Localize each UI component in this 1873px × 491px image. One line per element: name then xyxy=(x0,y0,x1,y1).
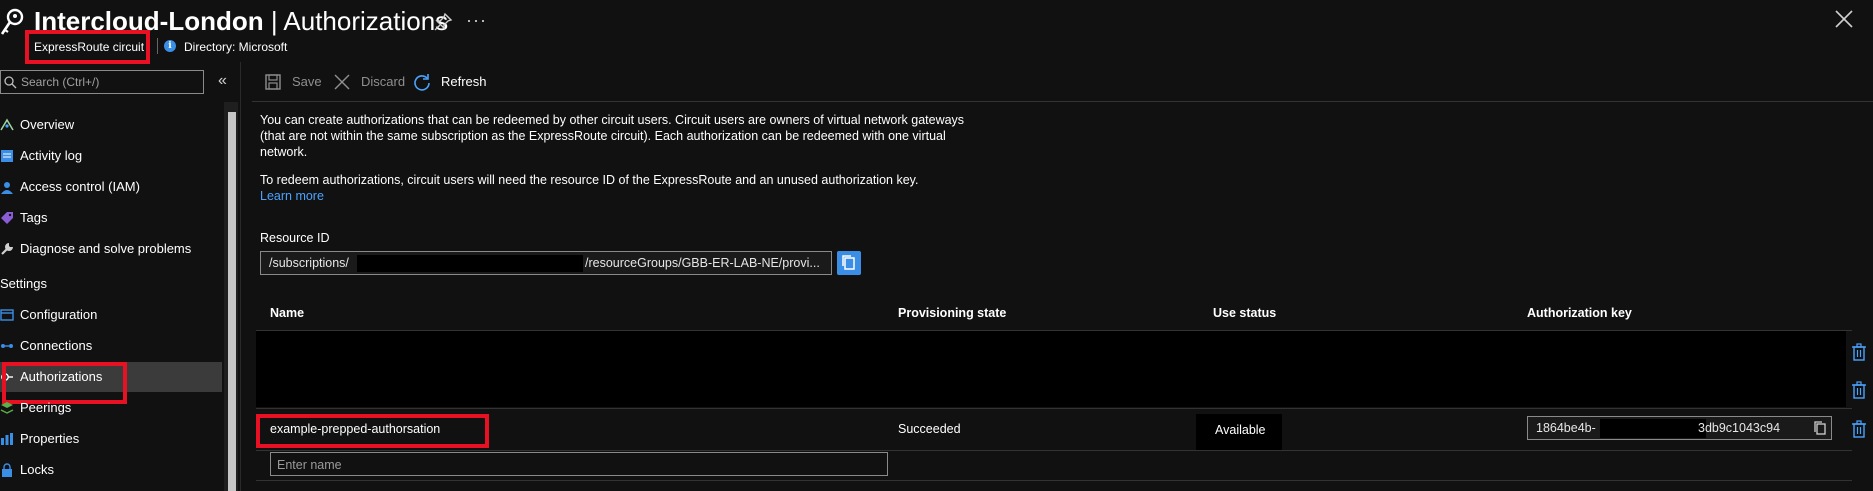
more-options-icon[interactable]: ··· xyxy=(466,10,487,31)
sidebar-item-overview[interactable]: Overview xyxy=(0,110,222,140)
new-authorization-row[interactable] xyxy=(270,452,888,476)
header-separator xyxy=(157,38,158,54)
search-icon xyxy=(4,76,17,89)
sidebar-item-activity-log[interactable]: Activity log xyxy=(0,141,222,171)
description-text-2: To redeem authorizations, circuit users … xyxy=(260,173,919,187)
sidebar-item-label: Connections xyxy=(20,338,93,353)
sidebar-item-label: Access control (IAM) xyxy=(20,179,140,194)
resource-id-prefix: /subscriptions/ xyxy=(269,256,349,270)
sidebar-item-label: Locks xyxy=(20,462,54,477)
key-icon xyxy=(0,8,24,35)
row-divider xyxy=(256,480,1852,481)
sidebar-item-diagnose[interactable]: Diagnose and solve problems xyxy=(0,234,222,264)
save-label: Save xyxy=(292,74,322,89)
blade-name: | Authorizations xyxy=(263,6,449,36)
pin-icon[interactable] xyxy=(433,12,453,32)
directory-label: Directory: Microsoft xyxy=(184,40,288,54)
copy-icon[interactable] xyxy=(1813,421,1827,435)
info-icon: i xyxy=(164,40,176,52)
description-text: You can create authorizations that can b… xyxy=(260,113,965,159)
column-header-authorization-key: Authorization key xyxy=(1527,306,1632,320)
save-icon xyxy=(265,74,281,90)
resource-type: ExpressRoute circuit xyxy=(34,40,145,54)
redacted-subscription xyxy=(357,255,583,272)
redacted-rows xyxy=(256,331,1846,407)
tag-icon xyxy=(1,212,13,224)
use-status-badge: Available xyxy=(1196,414,1282,450)
iam-icon xyxy=(1,182,13,194)
lock-icon xyxy=(2,463,12,477)
sidebar-section-settings: Settings xyxy=(0,276,47,291)
refresh-button[interactable]: Refresh xyxy=(413,70,493,94)
sidebar-item-connections[interactable]: Connections xyxy=(0,331,222,361)
configuration-icon xyxy=(0,309,14,321)
sidebar-item-properties[interactable]: Properties xyxy=(0,424,222,454)
authorization-name: example-prepped-authorsation xyxy=(270,422,441,436)
learn-more-link[interactable]: Learn more xyxy=(260,189,324,203)
connections-icon xyxy=(1,344,13,348)
new-authorization-name-input[interactable] xyxy=(277,456,877,473)
refresh-icon xyxy=(414,74,430,91)
sidebar-search[interactable] xyxy=(0,70,204,94)
discard-label: Discard xyxy=(361,74,406,89)
delete-icon[interactable] xyxy=(1851,343,1867,361)
wrench-icon xyxy=(1,243,13,255)
authorization-key-field[interactable]: 1864be4b- 3db9c1043c94 xyxy=(1527,416,1832,440)
resource-id-field[interactable]: /subscriptions/ /resourceGroups/GBB-ER-L… xyxy=(260,251,832,275)
authorization-key-start: 1864be4b- xyxy=(1536,421,1596,435)
peerings-icon xyxy=(0,402,14,414)
discard-icon xyxy=(334,74,350,90)
overview-icon xyxy=(0,118,14,131)
refresh-label: Refresh xyxy=(441,74,487,89)
search-input[interactable] xyxy=(21,73,201,91)
sidebar-item-label: Diagnose and solve problems xyxy=(20,241,192,256)
sidebar-item-label: Properties xyxy=(20,431,80,446)
collapse-sidebar-icon[interactable]: « xyxy=(218,72,227,90)
save-button[interactable]: Save xyxy=(264,70,324,94)
properties-icon xyxy=(1,433,13,445)
column-header-provisioning-state: Provisioning state xyxy=(898,306,1007,320)
row-divider xyxy=(256,450,1852,451)
row-divider xyxy=(256,408,1852,409)
redacted-key xyxy=(1600,419,1706,438)
sidebar-item-access-control[interactable]: Access control (IAM) xyxy=(0,172,222,202)
delete-icon[interactable] xyxy=(1851,420,1867,438)
sidebar-divider xyxy=(240,62,241,491)
page-header: Intercloud-London | Authorizations ··· E… xyxy=(0,0,1873,64)
sidebar-scroll-thumb[interactable] xyxy=(228,112,236,491)
authorization-key-end: 3db9c1043c94 xyxy=(1698,421,1781,435)
resource-id-label: Resource ID xyxy=(260,231,330,245)
sidebar-item-label: Peerings xyxy=(20,400,72,415)
sidebar-item-label: Overview xyxy=(20,117,75,132)
sidebar-item-label: Tags xyxy=(20,210,48,225)
copy-resource-id-icon[interactable] xyxy=(837,251,861,275)
column-header-name: Name xyxy=(270,306,305,320)
sidebar-item-label: Activity log xyxy=(20,148,83,163)
sidebar-item-peerings[interactable]: Peerings xyxy=(0,393,222,423)
sidebar-item-label: Configuration xyxy=(20,307,98,322)
activity-log-icon xyxy=(1,150,13,162)
delete-icon[interactable] xyxy=(1851,381,1867,399)
sidebar-item-locks[interactable]: Locks xyxy=(0,455,222,485)
sidebar-item-configuration[interactable]: Configuration xyxy=(0,300,222,330)
discard-button[interactable]: Discard xyxy=(333,70,413,94)
column-header-use-status: Use status xyxy=(1213,306,1277,320)
toolbar-divider xyxy=(252,101,1873,102)
provisioning-state: Succeeded xyxy=(898,422,961,436)
close-icon[interactable] xyxy=(1833,8,1855,30)
resource-id-suffix: /resourceGroups/GBB-ER-LAB-NE/provi... xyxy=(585,256,820,270)
use-status: Available xyxy=(1215,423,1266,437)
sidebar-item-tags[interactable]: Tags xyxy=(0,203,222,233)
